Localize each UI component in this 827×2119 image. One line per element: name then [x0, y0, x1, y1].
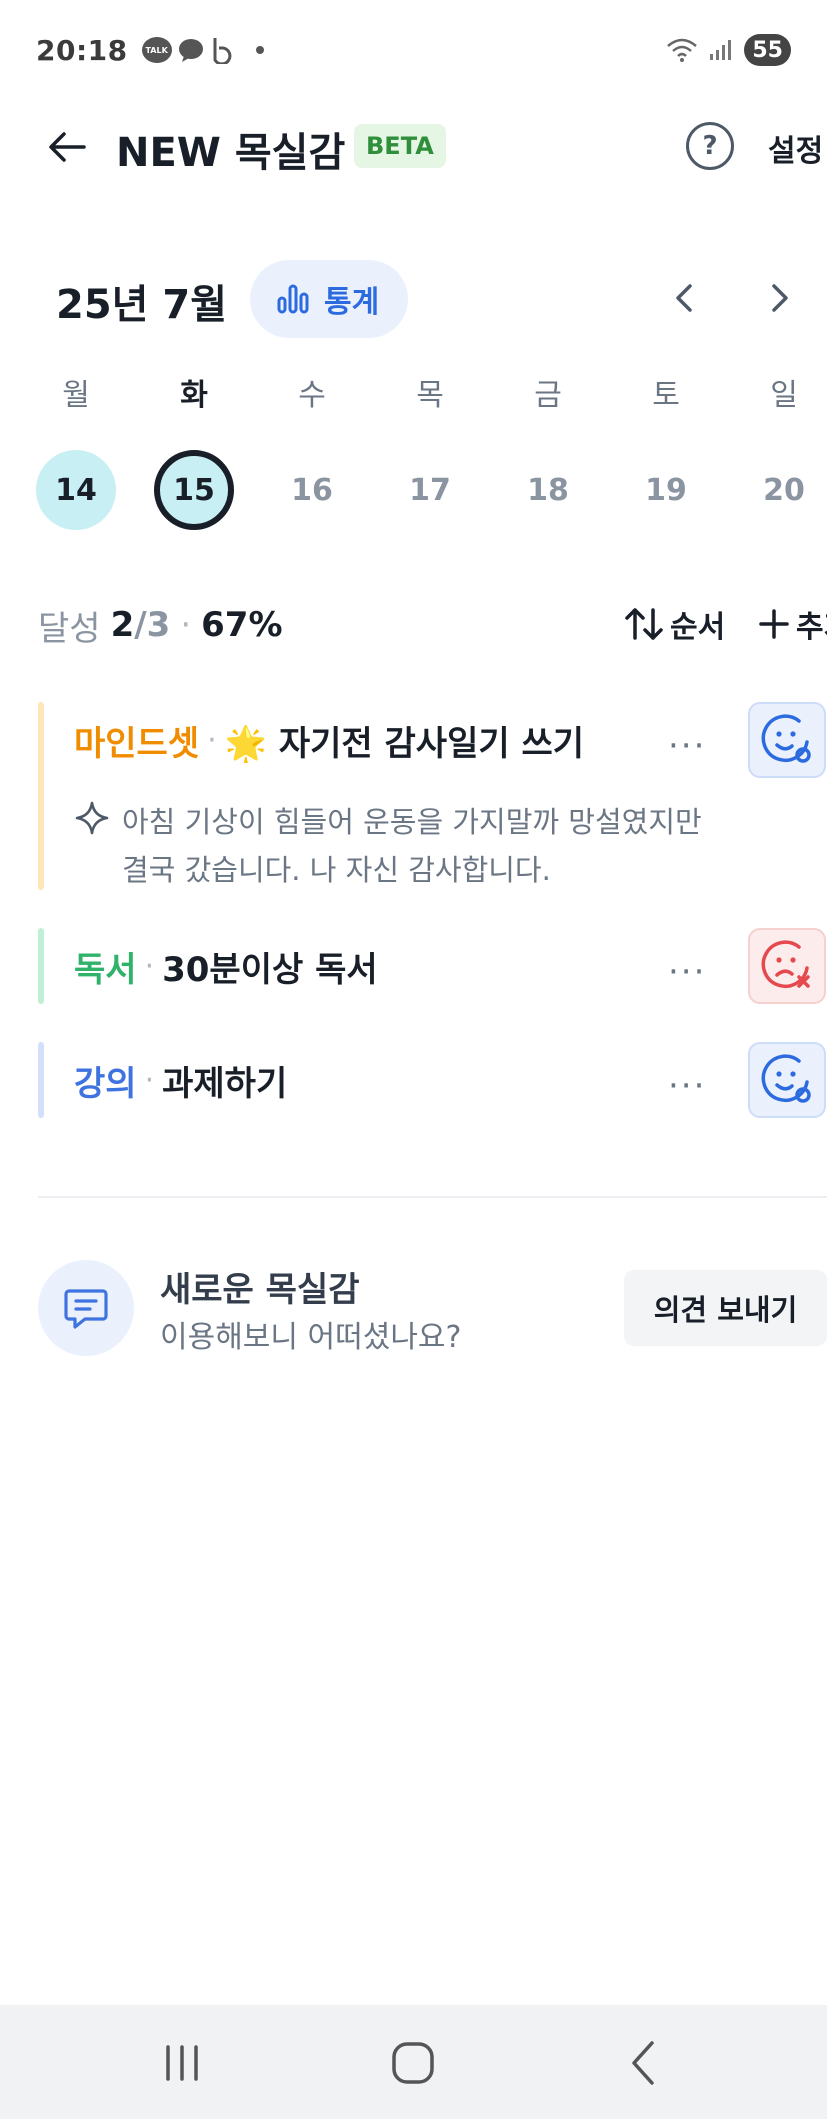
status-bar: 20:18 TALK 55 [36, 28, 791, 72]
task-header: 마인드셋 · 🌟 자기전 감사일기 쓰기 [74, 702, 584, 778]
day-date: 20 [763, 472, 805, 508]
status-time: 20:18 [36, 33, 128, 67]
day-date-today: 15 [154, 450, 234, 530]
app-header: NEW 목실감 BETA ? 설정 [0, 110, 827, 182]
kakaotalk-icon: TALK [141, 37, 172, 63]
achievement-label: 달성 [38, 608, 101, 649]
settings-button[interactable]: 설정 [768, 126, 823, 170]
task-category: 마인드셋 [74, 723, 200, 764]
b-app-icon [213, 38, 232, 64]
send-feedback-button[interactable]: 의견 보내기 [624, 1270, 827, 1346]
arrow-left-icon[interactable] [44, 124, 90, 170]
chat-bubble-icon [178, 39, 203, 62]
task-category: 강의 [74, 1063, 137, 1104]
task-color-bar [38, 702, 44, 890]
day-name: 화 [180, 378, 208, 413]
task-item-mindset[interactable]: 마인드셋 · 🌟 자기전 감사일기 쓰기 ··· 아침 기상이 힘들어 운동을 … [38, 702, 827, 890]
day-date: 18 [527, 472, 569, 508]
task-title: 과제하기 [162, 1063, 288, 1104]
recent-apps-icon[interactable] [152, 2033, 212, 2093]
achievement-percent: 67% [201, 605, 283, 645]
order-button[interactable]: 순서 [624, 602, 725, 646]
task-header: 강의 · 과제하기 [74, 1042, 287, 1118]
home-icon[interactable] [383, 2033, 443, 2093]
day-date: 14 [36, 450, 116, 530]
day-thu[interactable]: 목 17 [388, 370, 472, 530]
day-name: 월 [62, 378, 90, 413]
chevron-left-icon[interactable] [666, 280, 702, 316]
wifi-icon [667, 38, 698, 62]
stats-button[interactable]: 통계 [250, 260, 408, 338]
sparkle-icon [75, 801, 109, 835]
day-name: 일 [770, 378, 798, 413]
back-nav-icon[interactable] [614, 2033, 674, 2093]
question-circle-icon[interactable]: ? [686, 122, 734, 170]
separator-dot: · [144, 1062, 155, 1098]
beta-badge: BETA [354, 124, 446, 168]
task-item-reading[interactable]: 독서 · 30분이상 독서 ··· [38, 928, 827, 1004]
notification-icons: TALK [141, 36, 264, 64]
day-sun[interactable]: 일 20 [742, 370, 826, 530]
stats-label: 통계 [324, 285, 380, 320]
task-note: 아침 기상이 힘들어 운동을 가지말까 망설였지만 결국 갔습니다. 나 자신 … [74, 798, 714, 894]
page-title: NEW 목실감 [116, 130, 346, 176]
separator-dot: · [180, 605, 192, 645]
feedback-banner: 새로운 목실감 이용해보니 어떠셨나요? 의견 보내기 [38, 1258, 827, 1358]
month-row: 25년 7월 통계 [0, 260, 827, 340]
smile-check-icon[interactable] [748, 1042, 826, 1118]
feedback-subtitle: 이용해보니 어떠셨나요? [160, 1320, 462, 1355]
day-name: 수 [298, 378, 326, 413]
achievement-done: 2 [110, 605, 135, 645]
more-dots-icon[interactable]: ··· [668, 1066, 706, 1106]
system-nav-bar [0, 2005, 827, 2119]
achievement-total: /3 [134, 605, 171, 645]
order-label: 순서 [670, 610, 726, 645]
separator-dot: · [144, 948, 155, 984]
frown-x-icon[interactable] [748, 928, 826, 1004]
day-mon[interactable]: 월 14 [34, 370, 118, 530]
chat-icon [38, 1260, 134, 1356]
month-label: 25년 7월 [56, 282, 228, 328]
day-tue[interactable]: 화 15 [152, 370, 236, 530]
sort-arrows-icon [625, 608, 663, 640]
more-notifications-dot [255, 46, 264, 54]
battery-indicator: 55 [744, 34, 791, 66]
more-dots-icon[interactable]: ··· [668, 726, 706, 766]
screen: 20:18 TALK 55 NEW 목실감 BETA ? 설정 25년 7월 통… [0, 0, 827, 2119]
task-category: 독서 [74, 949, 137, 990]
day-date: 19 [645, 472, 687, 508]
day-name: 금 [534, 378, 562, 413]
smile-check-icon[interactable] [748, 702, 826, 778]
day-wed[interactable]: 수 16 [270, 370, 354, 530]
task-header: 독서 · 30분이상 독서 [74, 928, 378, 1004]
signal-icon [710, 40, 732, 60]
task-color-bar [38, 1042, 44, 1118]
task-color-bar [38, 928, 44, 1004]
add-button[interactable]: 추가 [758, 602, 827, 646]
chevron-right-icon[interactable] [762, 280, 798, 316]
day-date: 16 [291, 472, 333, 508]
add-label: 추가 [796, 610, 827, 645]
task-title: 🌟 자기전 감사일기 쓰기 [224, 723, 585, 764]
day-name: 목 [416, 378, 444, 413]
day-fri[interactable]: 금 18 [506, 370, 590, 530]
divider [38, 1196, 827, 1198]
task-title: 30분이상 독서 [162, 949, 378, 990]
achievement-summary: 달성 2 /3 · 67% 순서 추가 [38, 600, 827, 650]
task-note-text: 아침 기상이 힘들어 운동을 가지말까 망설였지만 결국 갔습니다. 나 자신 … [122, 805, 702, 887]
feedback-title: 새로운 목실감 [160, 1270, 360, 1310]
separator-dot: · [207, 722, 217, 758]
system-icons: 55 [666, 34, 791, 66]
day-sat[interactable]: 토 19 [624, 370, 708, 530]
more-dots-icon[interactable]: ··· [668, 952, 706, 992]
plus-icon [759, 609, 789, 639]
bar-chart-icon [277, 284, 309, 314]
task-item-lecture[interactable]: 강의 · 과제하기 ··· [38, 1042, 827, 1118]
day-date: 17 [409, 472, 451, 508]
day-name: 토 [652, 378, 680, 413]
help-glyph: ? [702, 131, 718, 161]
